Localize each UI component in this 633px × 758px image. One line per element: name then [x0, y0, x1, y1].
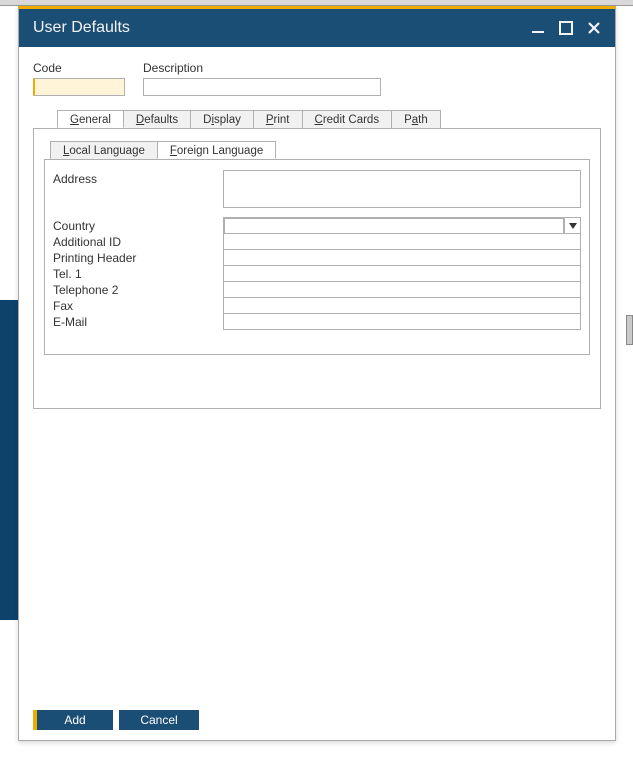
fax-input[interactable]	[223, 297, 581, 314]
close-button[interactable]	[583, 17, 605, 39]
tab-credit-cards[interactable]: Credit Cards	[302, 110, 393, 128]
sub-tabs: Local Language Foreign Language	[44, 141, 590, 160]
description-input[interactable]	[143, 78, 381, 96]
tab-general[interactable]: General	[57, 110, 124, 128]
foreign-language-panel: Address Country	[44, 160, 590, 355]
address-input[interactable]	[223, 170, 581, 208]
address-label: Address	[53, 170, 223, 186]
general-panel: Local Language Foreign Language Address …	[33, 129, 601, 409]
tab-defaults[interactable]: Defaults	[123, 110, 191, 128]
user-defaults-window: User Defaults Code Description General D…	[18, 6, 616, 741]
code-label: Code	[33, 61, 125, 75]
tab-print[interactable]: Print	[253, 110, 303, 128]
window-title: User Defaults	[33, 19, 521, 37]
main-tabs: General Defaults Display Print Credit Ca…	[33, 110, 601, 129]
tab-display[interactable]: Display	[190, 110, 254, 128]
email-input[interactable]	[223, 313, 581, 330]
code-input[interactable]	[33, 78, 125, 96]
additional-id-label: Additional ID	[53, 233, 223, 249]
printing-header-label: Printing Header	[53, 249, 223, 265]
tel1-input[interactable]	[223, 265, 581, 282]
tab-path[interactable]: Path	[391, 110, 441, 128]
additional-id-input[interactable]	[223, 233, 581, 250]
maximize-button[interactable]	[555, 17, 577, 39]
titlebar: User Defaults	[19, 9, 615, 47]
tel1-label: Tel. 1	[53, 265, 223, 281]
action-buttons: Add Cancel	[33, 710, 601, 730]
cancel-button[interactable]: Cancel	[119, 710, 199, 730]
tel2-input[interactable]	[223, 281, 581, 298]
add-button[interactable]: Add	[33, 710, 113, 730]
tel2-label: Telephone 2	[53, 281, 223, 297]
email-label: E-Mail	[53, 313, 223, 329]
tab-local-language[interactable]: Local Language	[50, 141, 158, 159]
minimize-button[interactable]	[527, 17, 549, 39]
printing-header-input[interactable]	[223, 249, 581, 266]
tab-foreign-language[interactable]: Foreign Language	[157, 141, 276, 159]
fax-label: Fax	[53, 297, 223, 313]
description-label: Description	[143, 61, 381, 75]
country-label: Country	[53, 217, 223, 233]
country-dropdown-icon[interactable]	[564, 218, 580, 233]
